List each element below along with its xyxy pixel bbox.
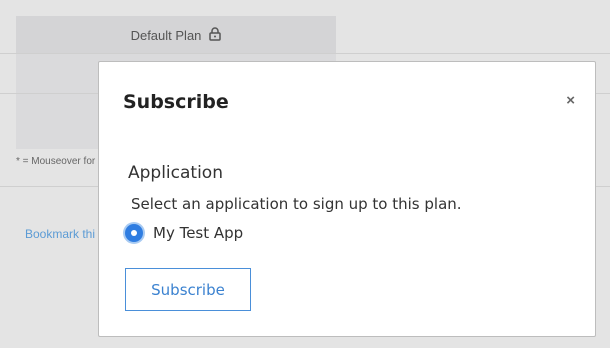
section-heading: Application	[128, 163, 223, 183]
radio-dot	[131, 230, 137, 236]
divider	[0, 53, 610, 54]
bookmark-link[interactable]: Bookmark thi	[25, 227, 95, 241]
radio-button-selected[interactable]	[125, 224, 143, 242]
plan-header: Default Plan	[16, 16, 336, 54]
application-option[interactable]: My Test App	[125, 224, 243, 242]
footnote: * = Mouseover for	[16, 156, 96, 167]
page: Default Plan * = Mouseover for Bookmark …	[0, 0, 610, 348]
application-option-label: My Test App	[153, 224, 244, 242]
plan-header-label: Default Plan	[130, 27, 202, 43]
instruction-text: Select an application to sign up to this…	[131, 195, 462, 213]
modal-title: Subscribe	[123, 91, 229, 113]
lock-icon	[209, 26, 222, 44]
subscribe-button[interactable]: Subscribe	[125, 268, 251, 311]
close-icon[interactable]: ×	[566, 92, 575, 110]
subscribe-modal: Subscribe × Application Select an applic…	[98, 61, 596, 337]
